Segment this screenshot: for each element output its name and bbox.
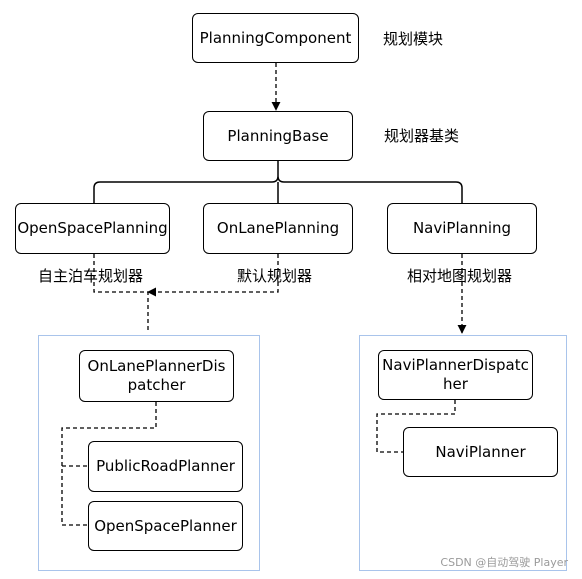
- autonomous-parking-planner-annotation: 自主泊车规划器: [38, 267, 144, 285]
- navi-planner-dispatcher-node: NaviPlannerDispatcher: [378, 350, 533, 400]
- inheritance-connector: [93, 161, 463, 203]
- open-space-planning-label: OpenSpacePlanning: [17, 219, 168, 237]
- planning-base-node: PlanningBase: [203, 111, 353, 161]
- planning-base-label: PlanningBase: [227, 126, 329, 145]
- navi-planning-node: NaviPlanning: [387, 203, 537, 254]
- diagram-canvas: PlanningComponent PlanningBase OpenSpace…: [0, 0, 582, 579]
- navi-planner-node: NaviPlanner: [403, 427, 558, 477]
- planning-component-label: PlanningComponent: [199, 28, 352, 47]
- on-lane-planner-dispatcher-node: OnLanePlannerDispatcher: [79, 350, 234, 402]
- planning-module-annotation: 规划模块: [383, 30, 444, 48]
- default-planner-annotation: 默认规划器: [237, 267, 313, 285]
- public-road-planner-node: PublicRoadPlanner: [88, 441, 243, 492]
- navi-planner-label: NaviPlanner: [435, 442, 526, 461]
- open-space-planner-node: OpenSpacePlanner: [88, 501, 243, 551]
- planning-component-node: PlanningComponent: [192, 13, 359, 63]
- relative-map-planner-annotation: 相对地图规划器: [407, 267, 513, 285]
- arrow-planning-to-onlane-dispatcher: [93, 254, 279, 333]
- navi-planner-dispatcher-label: NaviPlannerDispatcher: [382, 356, 529, 393]
- open-space-planning-node: OpenSpacePlanning: [15, 203, 170, 254]
- on-lane-planning-node: OnLanePlanning: [203, 203, 353, 254]
- watermark: CSDN @自动驾驶 Player: [440, 556, 568, 569]
- on-lane-planning-label: OnLanePlanning: [216, 219, 340, 237]
- on-lane-planner-dispatcher-label: OnLanePlannerDispatcher: [87, 357, 226, 394]
- planner-base-class-annotation: 规划器基类: [384, 127, 460, 145]
- open-space-planner-label: OpenSpacePlanner: [94, 516, 237, 535]
- public-road-planner-label: PublicRoadPlanner: [96, 457, 235, 475]
- navi-planning-label: NaviPlanning: [412, 219, 512, 237]
